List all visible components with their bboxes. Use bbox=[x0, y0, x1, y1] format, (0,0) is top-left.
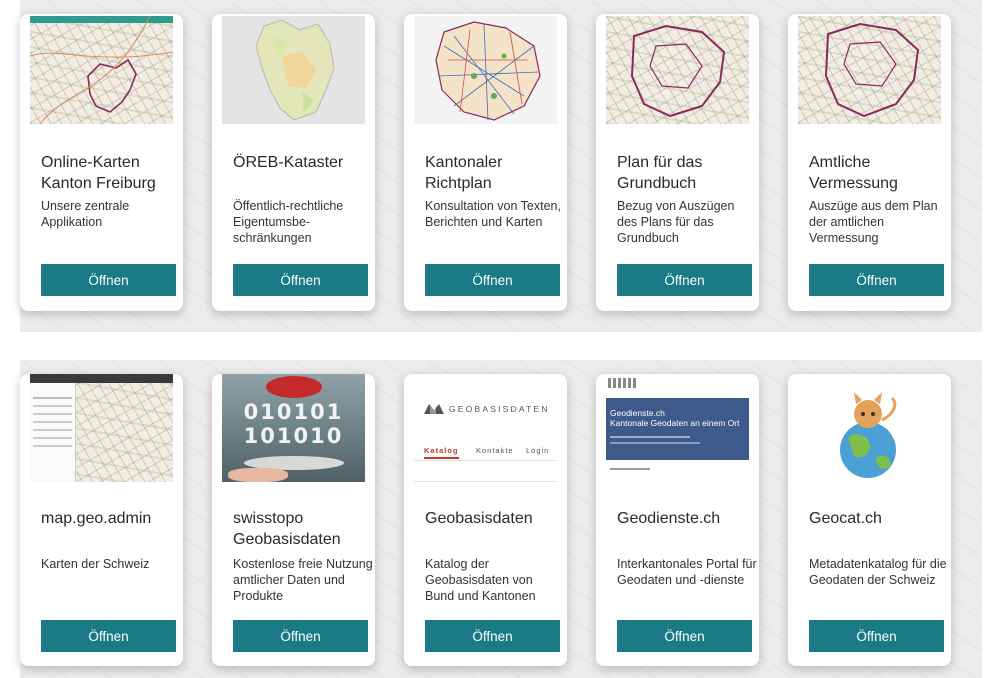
card-title: swisstopo Geobasisdaten bbox=[233, 510, 341, 548]
map-geo-admin-screenshot bbox=[30, 374, 173, 482]
card-title: Geobasisdaten bbox=[425, 510, 533, 527]
card-title: Kantonaler Richtplan bbox=[425, 154, 503, 192]
thumb-hero-subtitle: Kantonale Geodaten an einem Ort bbox=[610, 418, 740, 428]
open-button[interactable]: Öffnen bbox=[233, 620, 368, 652]
open-button[interactable]: Öffnen bbox=[41, 620, 176, 652]
card-title: Amtliche Vermessung bbox=[809, 154, 898, 192]
open-button[interactable]: Öffnen bbox=[41, 264, 176, 296]
card-description: Konsultation von Texten, Berichten und K… bbox=[425, 199, 561, 229]
open-button[interactable]: Öffnen bbox=[617, 264, 752, 296]
card-title: Geodienste.ch bbox=[617, 510, 721, 527]
open-button[interactable]: Öffnen bbox=[809, 620, 944, 652]
card-description: Unsere zentrale Applikation bbox=[41, 199, 130, 229]
card-kantonaler-richtplan: Kantonaler Richtplan Konsultation von Te… bbox=[404, 14, 567, 311]
thumb-header-logo bbox=[608, 378, 636, 388]
open-button[interactable]: Öffnen bbox=[809, 264, 944, 296]
card-description: Metadatenkatalog für die Geodaten der Sc… bbox=[809, 557, 947, 587]
geodienste-website-screenshot: Geodienste.ch Kantonale Geodaten an eine… bbox=[606, 374, 749, 482]
thumb-nav-login: Login bbox=[526, 446, 550, 455]
thumb-logo-text: GEOBASISDATEN bbox=[449, 404, 550, 414]
card-description: Bezug von Auszügen des Plans für das Gru… bbox=[617, 199, 735, 245]
binary-text-line-1: 010101 bbox=[243, 400, 344, 424]
card-plan-grundbuch: Plan für das Grundbuch Bezug von Auszüge… bbox=[596, 14, 759, 311]
card-map-geo-admin: map.geo.admin Karten der Schweiz Öffnen bbox=[20, 374, 183, 666]
thumb-top-bar bbox=[30, 374, 173, 383]
hand-image bbox=[228, 468, 288, 482]
grundbuch-map-thumbnail bbox=[606, 16, 749, 124]
card-swisstopo-geobasisdaten: 010101 101010 swisstopo Geobasisdaten Ko… bbox=[212, 374, 375, 666]
vermessung-map-thumbnail bbox=[798, 16, 941, 124]
open-button[interactable]: Öffnen bbox=[617, 620, 752, 652]
card-description: Kostenlose freie Nutzung amtlicher Daten… bbox=[233, 557, 373, 603]
cantonal-map-thumbnail bbox=[30, 16, 173, 124]
richtplan-map-thumbnail bbox=[414, 16, 557, 124]
thumb-nav-katalog: Katalog bbox=[424, 446, 459, 459]
binary-text-line-2: 101010 bbox=[243, 424, 344, 448]
thumb-side-panel bbox=[30, 383, 76, 482]
open-button[interactable]: Öffnen bbox=[425, 620, 560, 652]
card-description: Interkantonales Portal für Geodaten und … bbox=[617, 557, 757, 587]
card-description: Karten der Schweiz bbox=[41, 557, 150, 571]
open-button[interactable]: Öffnen bbox=[425, 264, 560, 296]
card-description: Katalog der Geobasisdaten von Bund und K… bbox=[425, 557, 536, 603]
card-online-karten: Online-Karten Kanton Freiburg Unsere zen… bbox=[20, 14, 183, 311]
geocat-cat-globe-illustration bbox=[798, 374, 941, 482]
geobasisdaten-logo-icon bbox=[424, 404, 444, 414]
card-title: Online-Karten Kanton Freiburg bbox=[41, 154, 156, 192]
card-title: Plan für das Grundbuch bbox=[617, 154, 703, 192]
red-bow-icon bbox=[266, 376, 322, 398]
card-amtliche-vermessung: Amtliche Vermessung Auszüge aus dem Plan… bbox=[788, 14, 951, 311]
card-description: Öffentlich-rechtliche Eigentumsbe-schrän… bbox=[233, 199, 344, 245]
oereb-map-thumbnail bbox=[222, 16, 365, 124]
open-button[interactable]: Öffnen bbox=[233, 264, 368, 296]
thumb-nav-kontakte: Kontakte bbox=[476, 446, 514, 455]
card-description: Auszüge aus dem Plan der amtlichen Verme… bbox=[809, 199, 938, 245]
card-title: Geocat.ch bbox=[809, 510, 882, 527]
thumb-hero-banner: Geodienste.ch Kantonale Geodaten an eine… bbox=[606, 398, 749, 460]
card-title: map.geo.admin bbox=[41, 510, 152, 527]
card-oereb-kataster: ÖREB-Kataster Öffentlich-rechtliche Eige… bbox=[212, 14, 375, 311]
card-geobasisdaten: GEOBASISDATEN Katalog Kontakte Login Geo… bbox=[404, 374, 567, 666]
thumb-hero-title: Geodienste.ch bbox=[610, 408, 665, 418]
binary-gift-image: 010101 101010 bbox=[222, 374, 365, 482]
card-geocat: Geocat.ch Metadatenkatalog für die Geoda… bbox=[788, 374, 951, 666]
geobasisdaten-website-screenshot: GEOBASISDATEN Katalog Kontakte Login bbox=[414, 374, 557, 482]
card-geodienste: Geodienste.ch Kantonale Geodaten an eine… bbox=[596, 374, 759, 666]
card-title: ÖREB-Kataster bbox=[233, 154, 344, 171]
